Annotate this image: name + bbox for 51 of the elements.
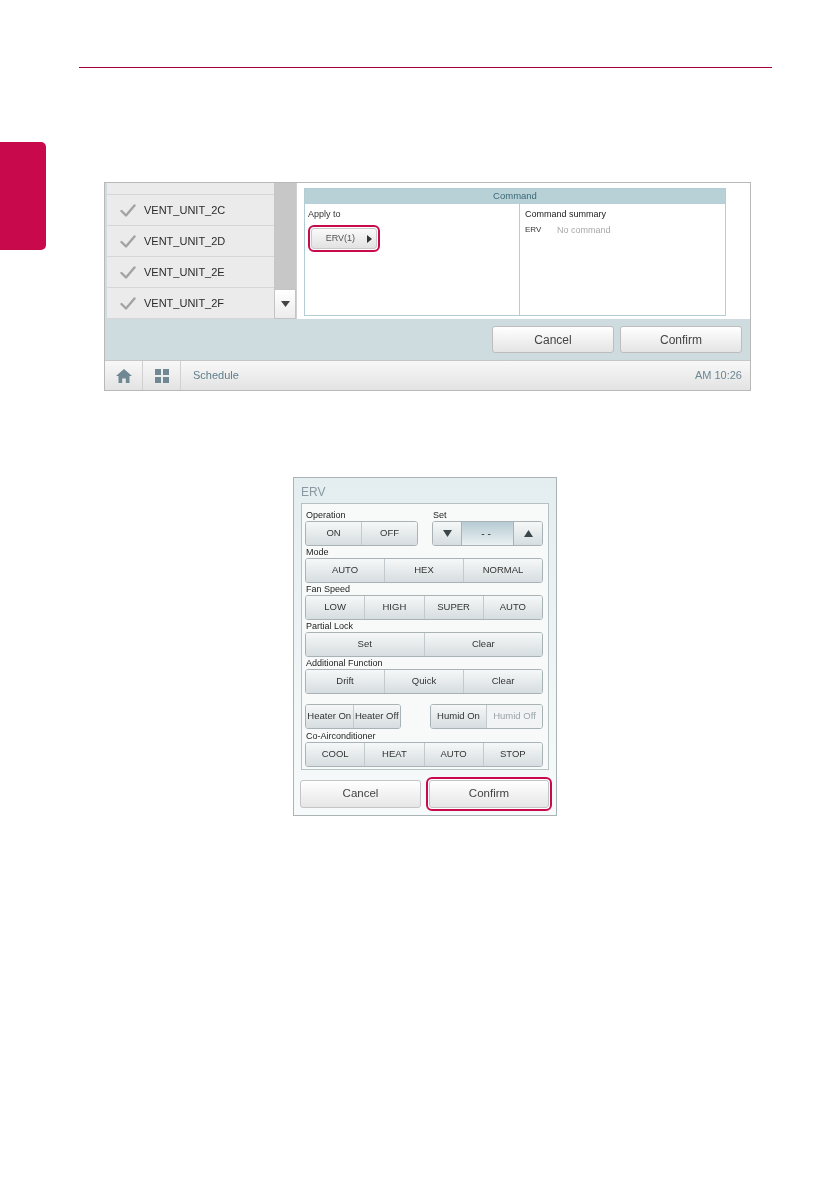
device-group-button[interactable]: ERV(1) [308, 225, 380, 252]
section-label: Partial Lock [305, 621, 354, 632]
apply-to-label: Apply to [308, 208, 342, 220]
cancel-button[interactable]: Cancel [300, 780, 421, 808]
section-label: Operation [305, 510, 346, 521]
caret-down-icon [280, 301, 290, 307]
option-button[interactable]: HEAT [364, 743, 424, 766]
device-name: ERV [525, 225, 543, 235]
home-icon [115, 368, 132, 383]
scroll-down-button[interactable] [274, 289, 296, 319]
option-button[interactable]: OFF [361, 522, 417, 545]
command-status: No command [557, 225, 611, 235]
screen-title: Schedule [193, 368, 239, 384]
section-label: Co-Airconditioner [305, 731, 376, 742]
option-button[interactable]: ON [306, 522, 361, 545]
option-button[interactable]: Quick [384, 670, 463, 693]
option-button[interactable]: Humid On [431, 705, 486, 728]
caret-down-icon [442, 530, 452, 537]
option-button[interactable]: STOP [482, 743, 542, 766]
section-label: Set [432, 510, 447, 521]
command-header: Command [305, 189, 725, 204]
option-button[interactable]: SUPER [423, 596, 483, 619]
option-button[interactable]: HEX [384, 559, 463, 582]
confirm-button[interactable]: Confirm [426, 777, 552, 811]
command-summary-label: Command summary [525, 208, 608, 220]
option-button[interactable]: Drift [306, 670, 384, 693]
option-button[interactable]: Heater On [306, 705, 353, 728]
section-label: Mode [305, 547, 329, 558]
option-button[interactable]: AUTO [482, 596, 542, 619]
option-button[interactable]: AUTO [306, 559, 384, 582]
caret-up-icon [523, 530, 533, 537]
option-button[interactable]: NORMAL [463, 559, 542, 582]
set-value-display: -- [461, 522, 514, 545]
clock-time: AM 10:26 [694, 368, 742, 384]
option-button[interactable]: LOW [306, 596, 365, 619]
option-button[interactable]: COOL [306, 743, 365, 766]
increase-button[interactable] [514, 522, 542, 545]
option-button[interactable]: AUTO [423, 743, 483, 766]
confirm-button[interactable]: Confirm [620, 326, 742, 353]
option-button[interactable]: HIGH [364, 596, 424, 619]
option-button[interactable]: Set [306, 633, 424, 656]
option-button[interactable]: Clear [463, 670, 542, 693]
section-label: Fan Speed [305, 584, 351, 595]
option-button[interactable]: Clear [423, 633, 542, 656]
option-button[interactable]: Heater Off [352, 705, 400, 728]
section-label: Additional Function [305, 658, 383, 669]
cancel-button[interactable]: Cancel [492, 326, 614, 353]
grid-icon [154, 368, 169, 383]
caret-right-icon [367, 234, 372, 243]
dialog-title: ERV [301, 484, 327, 500]
decrease-button[interactable] [433, 522, 461, 545]
